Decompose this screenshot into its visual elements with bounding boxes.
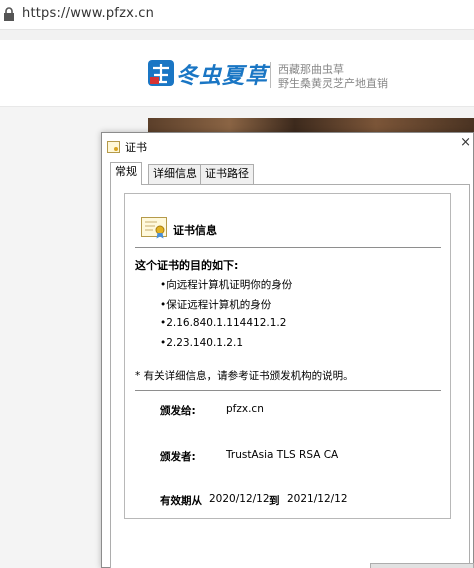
site-slogan-line2: 野生桑黄灵芝产地直销 bbox=[278, 77, 388, 90]
close-icon[interactable]: × bbox=[460, 135, 471, 150]
issuer-statement-button[interactable] bbox=[370, 563, 474, 568]
divider bbox=[135, 390, 441, 391]
divider bbox=[135, 247, 441, 248]
logo-divider bbox=[270, 62, 271, 88]
issued-to-value: pfzx.cn bbox=[226, 403, 264, 415]
site-logo-icon[interactable] bbox=[148, 60, 174, 86]
url-text[interactable]: https://www.pfzx.cn bbox=[22, 6, 154, 21]
tab-details[interactable]: 详细信息 bbox=[148, 164, 202, 184]
purpose-item: •保证远程计算机的身份 bbox=[160, 299, 272, 311]
purpose-item: •2.16.840.1.114412.1.2 bbox=[160, 317, 287, 329]
lock-icon[interactable] bbox=[2, 6, 16, 22]
issued-by-value: TrustAsia TLS RSA CA bbox=[226, 449, 339, 461]
valid-from-label: 有效期从 bbox=[160, 495, 202, 507]
issuer-statement-note: * 有关详细信息，请参考证书颁发机构的说明。 bbox=[135, 370, 354, 382]
purpose-item: •2.23.140.1.2.1 bbox=[160, 337, 244, 349]
certificate-icon bbox=[141, 217, 167, 239]
issued-by-label: 颁发者: bbox=[160, 451, 196, 463]
valid-from-value: 2020/12/12 bbox=[209, 493, 270, 505]
certificate-info-box bbox=[124, 193, 451, 519]
site-logo-text[interactable]: 冬虫夏草 bbox=[176, 58, 268, 90]
address-bar[interactable]: https://www.pfzx.cn bbox=[0, 0, 474, 30]
valid-to-label: 到 bbox=[269, 495, 280, 507]
tab-general[interactable]: 常规 bbox=[110, 162, 142, 185]
certificate-dialog: 证书 × 常规 详细信息 证书路径 证书信息 这个证书的目的如下: •向远程计算… bbox=[101, 132, 474, 568]
purpose-heading: 这个证书的目的如下: bbox=[135, 259, 239, 272]
purpose-item: •向远程计算机证明你的身份 bbox=[160, 279, 293, 291]
certificate-small-icon bbox=[107, 141, 120, 153]
cert-info-title: 证书信息 bbox=[173, 224, 217, 237]
tab-certification-path[interactable]: 证书路径 bbox=[200, 164, 254, 184]
dialog-title: 证书 bbox=[125, 141, 147, 154]
issued-to-label: 颁发给: bbox=[160, 405, 196, 417]
valid-to-value: 2021/12/12 bbox=[287, 493, 348, 505]
header-divider bbox=[0, 106, 474, 107]
